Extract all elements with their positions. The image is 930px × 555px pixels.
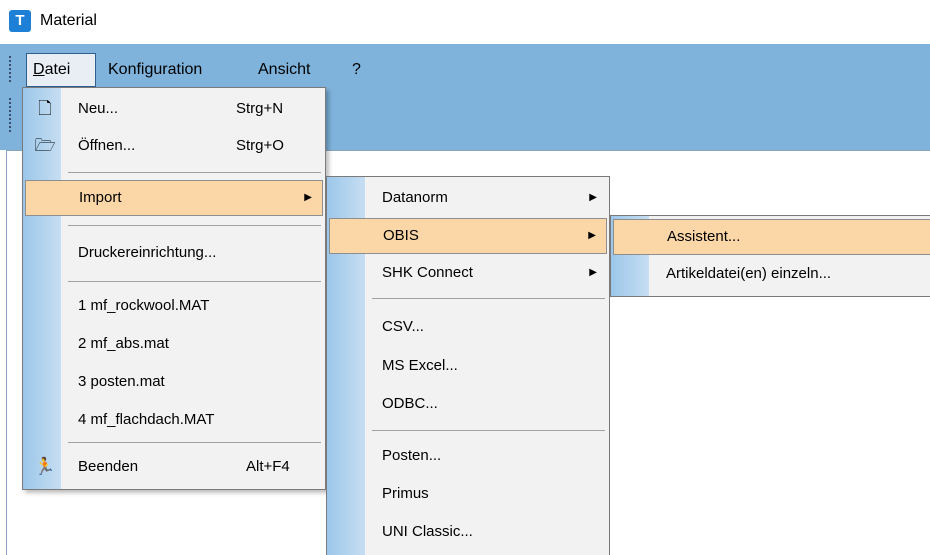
menu-item-obis[interactable]: OBIS ▶ (329, 218, 607, 254)
menu-item-shk-connect[interactable]: SHK Connect ▶ (329, 256, 607, 290)
menu-konfiguration[interactable]: Konfiguration (102, 55, 208, 85)
exit-running-man-icon: 🏃 (34, 457, 56, 476)
menu-help[interactable]: ? (346, 55, 367, 85)
menu-separator (68, 442, 321, 443)
menu-item-primus[interactable]: Primus (329, 477, 607, 511)
menu-item-datanorm[interactable]: Datanorm ▶ (329, 181, 607, 215)
submenu-arrow-icon: ▶ (588, 230, 596, 241)
menu-item-druckereinrichtung[interactable]: Druckereinrichtung... (25, 236, 323, 270)
datei-dropdown: 🗋 Neu... Strg+N 🗁 Öffnen... Strg+O Impor… (22, 87, 326, 490)
window-title: Material (40, 12, 97, 29)
menu-item-odbc[interactable]: ODBC... (329, 387, 607, 421)
menu-item-ms-excel[interactable]: MS Excel... (329, 349, 607, 383)
menu-item-import[interactable]: Import ▶ (25, 180, 323, 216)
menu-datei[interactable]: Datei (26, 53, 96, 87)
menu-item-neu[interactable]: 🗋 Neu... Strg+N (25, 92, 323, 126)
menu-item-uni-classic[interactable]: UNI Classic... (329, 515, 607, 549)
title-bar: T Material (0, 0, 930, 44)
submenu-arrow-icon: ▶ (589, 267, 597, 278)
menu-separator (68, 281, 321, 282)
menu-item-posten[interactable]: Posten... (329, 439, 607, 473)
menubar-grip-icon[interactable] (9, 56, 15, 82)
menu-separator (372, 430, 605, 431)
menu-separator (68, 172, 321, 173)
obis-submenu: Assistent... Artikeldatei(en) einzeln... (610, 215, 930, 297)
menu-item-assistent[interactable]: Assistent... (613, 219, 930, 255)
menu-item-beenden[interactable]: 🏃 Beenden Alt+F4 (25, 450, 323, 484)
menu-ansicht[interactable]: Ansicht (252, 55, 316, 85)
recent-file-4[interactable]: 4 mf_flachdach.MAT (25, 403, 323, 437)
toolbar-grip-icon[interactable] (9, 98, 15, 132)
recent-file-3[interactable]: 3 posten.mat (25, 365, 323, 399)
recent-file-1[interactable]: 1 mf_rockwool.MAT (25, 289, 323, 323)
menu-separator (372, 298, 605, 299)
menu-separator (68, 225, 321, 226)
submenu-arrow-icon: ▶ (304, 192, 312, 203)
import-submenu: Datanorm ▶ OBIS ▶ SHK Connect ▶ CSV... M… (326, 176, 610, 555)
open-folder-icon: 🗁 (34, 136, 56, 155)
menu-item-oeffnen[interactable]: 🗁 Öffnen... Strg+O (25, 129, 323, 163)
recent-file-2[interactable]: 2 mf_abs.mat (25, 327, 323, 361)
menu-item-artikeldatei[interactable]: Artikeldatei(en) einzeln... (613, 257, 929, 291)
submenu-arrow-icon: ▶ (589, 192, 597, 203)
menu-item-csv[interactable]: CSV... (329, 310, 607, 344)
app-icon: T (9, 10, 31, 32)
new-document-icon: 🗋 (38, 99, 52, 118)
